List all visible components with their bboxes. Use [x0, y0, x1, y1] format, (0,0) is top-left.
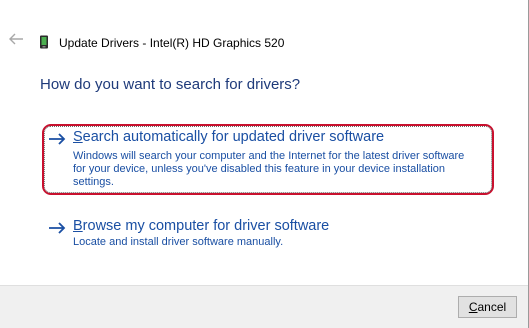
option-title: Search automatically for updated driver …	[73, 129, 385, 145]
right-arrow-icon	[49, 133, 66, 145]
option-description: Windows will search your computer and th…	[73, 150, 465, 188]
option-description: Locate and install driver software manua…	[73, 236, 284, 248]
right-arrow-icon	[49, 222, 66, 234]
display-adapter-icon	[40, 35, 48, 49]
option-title: Browse my computer for driver software	[73, 218, 330, 234]
option-search-automatically[interactable]: Search automatically for updated driver …	[44, 126, 492, 193]
update-drivers-dialog: Update Drivers - Intel(R) HD Graphics 52…	[0, 0, 529, 328]
page-heading: How do you want to search for drivers?	[40, 76, 301, 93]
back-arrow-icon[interactable]	[8, 32, 24, 46]
dialog-footer	[0, 285, 528, 328]
cancel-button[interactable]: Cancel	[458, 296, 517, 318]
window-title: Update Drivers - Intel(R) HD Graphics 52…	[59, 36, 285, 50]
option-browse-computer[interactable]: Browse my computer for driver software L…	[44, 217, 492, 251]
